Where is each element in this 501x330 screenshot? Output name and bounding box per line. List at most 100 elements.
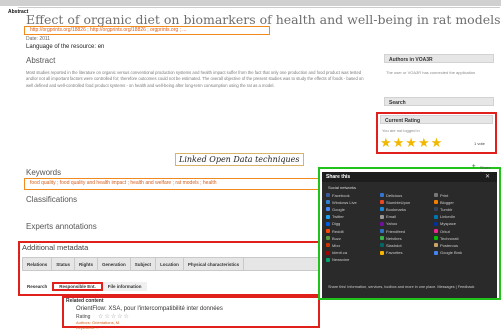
sidebar-authors-header: Authors in VOA3R [384,54,494,63]
share-item[interactable]: Posterous [434,242,488,248]
tab-rights[interactable]: Rights [75,258,99,270]
share-item[interactable]: Buzz [326,235,380,241]
share-service-icon [326,193,330,198]
share-service-icon [326,236,330,241]
share-item-label: Google [332,206,345,212]
rating-stars[interactable]: ★★★★★ [380,136,443,150]
keywords-links[interactable]: food quality ; food quality and health i… [30,180,217,186]
tab-status[interactable]: Status [52,258,76,270]
share-service-icon [326,214,330,219]
share-service-icon [434,229,438,234]
keywords-heading: Keywords [26,168,62,177]
related-item-title[interactable]: OrientFlow: XSA, pour l'intercompatibili… [76,306,223,312]
share-plus-icon[interactable]: + [472,164,476,170]
related-heading: Related content [66,298,104,304]
share-service-icon [326,257,330,262]
share-item-label: Print [440,192,449,198]
share-item[interactable]: Print [434,192,488,198]
share-item-label: Facebook [332,192,350,198]
tab-research[interactable]: Research [22,282,52,291]
share-item-label: Technorati [440,235,459,241]
share-item[interactable]: Mixx [326,242,380,248]
share-item-label: Buzz [332,235,341,241]
share-item[interactable]: Orkut [434,228,488,234]
share-top: + Share this [322,164,492,175]
share-service-icon [434,200,438,205]
share-service-icon [434,243,438,248]
close-icon[interactable]: ✕ [485,173,490,180]
share-item[interactable]: Yahoo [380,221,434,227]
rating-count: 1 vote [474,141,485,146]
share-service-icon [380,243,384,248]
tab-subject[interactable]: Subject [131,258,157,270]
top-strip: Abstract [0,0,501,15]
tab-generation[interactable]: Generation [98,258,131,270]
sidebar-search-header[interactable]: Search [384,97,494,106]
share-item-label: Netvibes [386,235,402,241]
uri-links[interactable]: http://orgprints.org/18826 ; http://orgp… [30,27,186,33]
share-item[interactable]: Identi.ca [326,250,380,256]
share-title: Share this [326,174,351,180]
share-grid: Facebook Delicious Print Windows Live Stumbl… [326,192,496,263]
share-service-icon [434,221,438,226]
share-item[interactable]: Newsvine [326,257,380,263]
share-item-label: Mixx [332,242,341,248]
rating-subtext: You are not logged in [382,128,420,133]
share-item[interactable]: LinkedIn [434,214,488,220]
share-item[interactable]: Myspace [434,221,488,227]
share-item-label: Windows Live [332,199,357,205]
share-item[interactable]: Email [380,214,434,220]
share-item[interactable]: StumbleUpon [380,199,434,205]
share-item[interactable]: Tumblr [434,206,488,212]
share-item-label: LinkedIn [440,214,456,220]
share-item-label: Blogger [440,199,454,205]
share-item-label: Email [386,214,397,220]
classifications-heading: Classifications [26,195,78,204]
share-item[interactable]: Slashdot [380,242,434,248]
share-item[interactable]: Reddit [326,228,380,234]
share-item[interactable]: Digg [326,221,380,227]
tab-location[interactable]: Location [156,258,184,270]
tab-relations[interactable]: Relations [23,258,53,270]
share-item-label: Digg [332,221,341,227]
share-item[interactable]: Delicious [380,192,434,198]
share-service-icon [326,200,330,205]
tab-file-information[interactable]: File information [102,282,147,291]
share-item-label: StumbleUpon [386,199,411,205]
share-service-icon [380,221,384,226]
share-service-icon [326,207,330,212]
share-item[interactable]: Friendfeed [380,228,434,234]
share-item-label: Bookmarks [386,206,407,212]
share-service-icon [434,193,438,198]
share-service-icon [434,236,438,241]
share-item-label: Twitter [332,214,344,220]
share-item-label: Yahoo [386,221,398,227]
share-item-label: Favorites [386,250,403,256]
share-service-icon [380,236,384,241]
abstract-heading: Abstract [26,56,56,65]
share-item[interactable]: Twitter [326,214,380,220]
share-item[interactable]: Facebook [326,192,380,198]
related-stars[interactable]: ☆☆☆☆☆ [98,313,130,320]
tab-responsible[interactable]: Responsible Ent. [52,282,103,291]
share-item[interactable]: Technorati [434,235,488,241]
date-line: Date: 2011 [26,36,51,42]
abstract-text: Most studies reported in the literature … [26,70,364,88]
share-item-label: Orkut [440,228,450,234]
share-item[interactable]: Google Bmk [434,250,488,256]
share-item[interactable]: Netvibes [380,235,434,241]
share-item[interactable]: Google [326,206,380,212]
share-service-icon [380,207,384,212]
share-service-icon [326,221,330,226]
share-item[interactable]: Favorites [380,250,434,256]
share-item[interactable]: Bookmarks [380,206,434,212]
share-item[interactable]: Blogger [434,199,488,205]
share-item-label: Myspace [440,221,457,227]
tab-physical[interactable]: Physical characteristics [184,258,245,270]
share-item[interactable]: Windows Live [326,199,380,205]
share-service-icon [326,243,330,248]
rating-header: Current Rating [380,115,493,124]
metadata-tabs-row2: Research Responsible Ent. File informati… [22,282,202,291]
share-item-label: Newsvine [332,257,350,263]
share-service-icon [380,229,384,234]
